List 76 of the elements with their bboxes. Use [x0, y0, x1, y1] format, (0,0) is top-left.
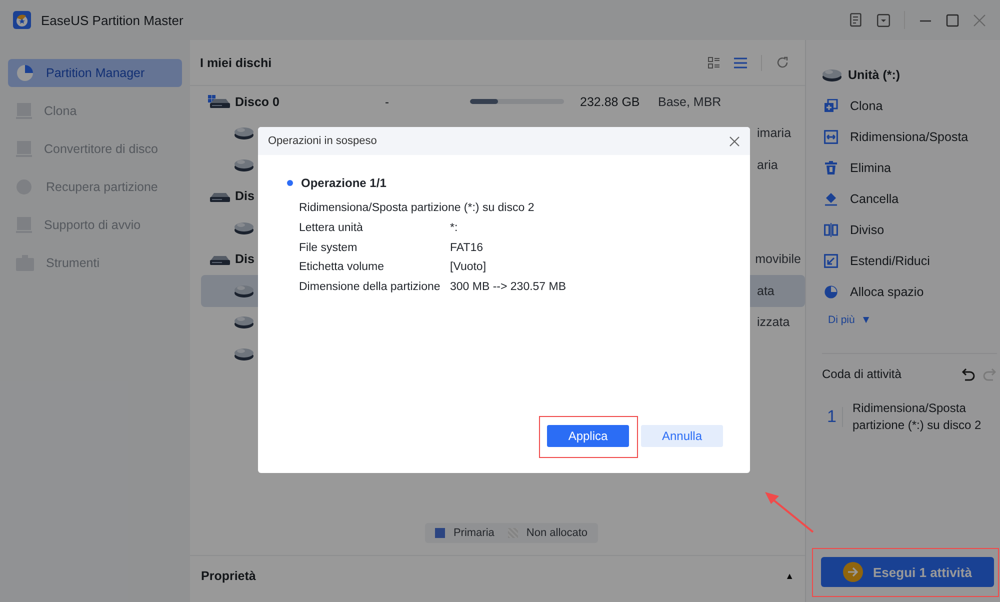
action-item[interactable]: Estendi/Riduci	[822, 252, 998, 269]
dialog-title: Operazioni in sospeso	[268, 135, 377, 147]
more-button[interactable]: Di più ▼	[822, 313, 878, 327]
bullet-icon	[287, 180, 293, 186]
detail-value: 300 MB --> 230.57 MB	[450, 280, 566, 296]
queue-number: 1	[827, 407, 844, 427]
detail-label: Etichetta volume	[299, 260, 386, 276]
partition-type: aria	[757, 158, 779, 172]
split-icon	[824, 222, 838, 236]
pie-chart-icon	[824, 284, 838, 298]
partition-icon	[234, 346, 254, 361]
app-logo-icon	[13, 11, 31, 29]
partition-icon	[234, 284, 254, 298]
list-view-icon[interactable]	[734, 56, 747, 68]
resize-arrow-icon	[824, 254, 838, 268]
legend-label: Primaria	[453, 527, 494, 539]
section-title: I miei dischi	[200, 56, 272, 70]
disk-name: Dis	[235, 252, 254, 266]
disk-size: 232.88 GB	[580, 94, 641, 109]
legend-swatch	[435, 528, 446, 538]
action-item[interactable]: Ridimensiona/Sposta	[822, 128, 998, 145]
sidebar-item[interactable]: Supporto di avvio	[8, 211, 182, 239]
pointer-arrow	[763, 490, 815, 534]
undo-icon[interactable]	[961, 368, 976, 380]
dropdown-icon[interactable]	[877, 14, 890, 26]
detail-value: FAT16	[450, 240, 484, 256]
partition-type: izzata	[757, 315, 791, 330]
grid-view-icon[interactable]	[708, 56, 720, 68]
partition-type: imaria	[757, 126, 792, 140]
eraser-icon	[824, 192, 838, 206]
notes-icon[interactable]	[850, 13, 863, 27]
sidebar-item[interactable]: Recupera partizione	[8, 173, 182, 201]
sidebar-item[interactable]: Partition Manager	[8, 59, 182, 87]
partition-icon	[234, 126, 254, 140]
cancel-button[interactable]: Annulla	[641, 425, 723, 447]
action-item[interactable]: Clona	[822, 97, 998, 114]
action-item[interactable]: Alloca spazio	[822, 283, 998, 300]
drive-label: Unità (*:)	[848, 68, 900, 82]
action-item[interactable]: Diviso	[822, 221, 998, 238]
table-cell-text: -	[385, 94, 390, 109]
apply-button[interactable]: Applica	[547, 425, 629, 447]
action-item[interactable]: Elimina	[822, 159, 998, 176]
disk-name: Disco 0	[235, 94, 280, 109]
sidebar-item[interactable]: Convertitore di disco	[8, 135, 182, 163]
sidebar-item[interactable]: Strumenti	[8, 249, 182, 277]
queue-item: Ridimensiona/Sposta partizione (*:) su disco 2	[852, 400, 982, 434]
properties-title: Proprietà	[201, 569, 256, 583]
operation-heading: Operazione 1/1	[301, 176, 386, 190]
partition-icon	[234, 315, 254, 330]
disk-type: movibile	[755, 252, 802, 266]
execute-button[interactable]: Esegui 1 attività	[821, 557, 994, 587]
detail-value: *:	[450, 220, 458, 236]
detail-label: Lettera unità	[299, 220, 364, 236]
detail-label: File system	[299, 240, 358, 256]
partition-type: ata	[757, 284, 776, 298]
resize-icon	[824, 130, 838, 144]
collapse-toggle[interactable]: ▲	[785, 571, 794, 581]
disk-type: Base, MBR	[658, 94, 722, 109]
action-item[interactable]: Cancella	[822, 190, 998, 207]
pie-chart-icon	[16, 64, 34, 82]
maximize-icon[interactable]	[946, 14, 959, 26]
partition-icon	[234, 158, 254, 172]
detail-label: Dimensione della partizione	[299, 280, 442, 296]
partition-icon	[822, 68, 842, 82]
close-icon[interactable]	[729, 136, 740, 146]
sidebar-item[interactable]: Clona	[8, 97, 182, 125]
disk-name: Dis	[235, 189, 254, 204]
system-disk-icon	[208, 94, 230, 109]
queue-title: Coda di attività	[822, 367, 902, 381]
window-title: EaseUS Partition Master	[41, 12, 184, 28]
legend-label: Non allocato	[526, 527, 588, 539]
trash-icon	[824, 160, 838, 174]
operation-description: Ridimensiona/Sposta partizione (*:) su disco 2	[299, 201, 536, 216]
refresh-icon[interactable]	[776, 56, 789, 69]
detail-value: [Vuoto]	[450, 260, 486, 276]
partition-icon	[234, 220, 254, 235]
